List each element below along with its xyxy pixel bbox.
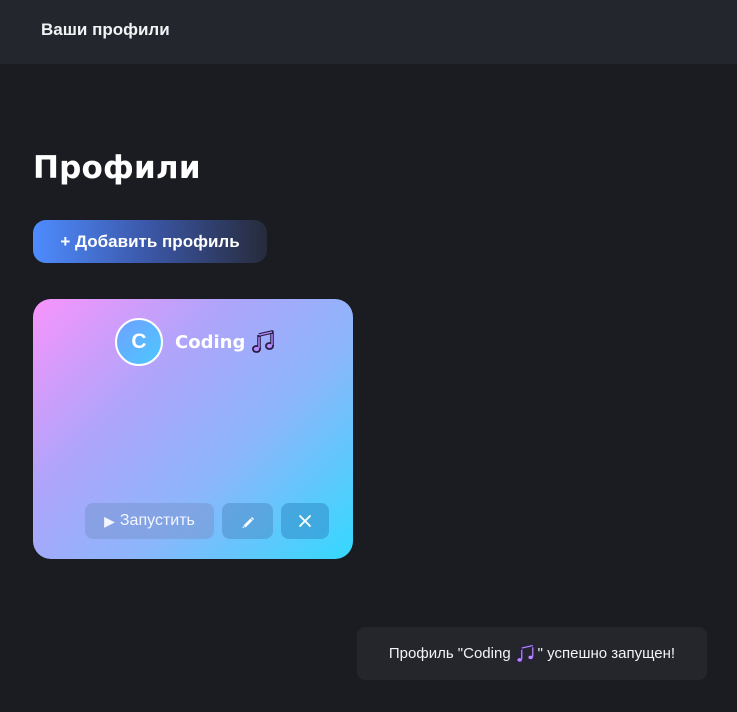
launch-button[interactable]: ▶ Запустить <box>85 503 214 539</box>
profile-name-text: Coding <box>175 331 246 353</box>
toast-notification: Профиль "Coding " успешно запущен! <box>357 627 707 680</box>
profile-card-header: C Coding <box>115 318 277 366</box>
top-bar: Ваши профили <box>0 0 737 64</box>
delete-button[interactable] <box>281 503 329 539</box>
music-note-icon <box>515 643 535 663</box>
profile-name: Coding <box>175 329 277 355</box>
toast-text-prefix: Профиль "Coding <box>388 645 511 662</box>
profile-actions: ▶ Запустить <box>85 503 329 539</box>
play-icon: ▶ <box>104 512 115 529</box>
close-icon <box>299 515 311 527</box>
add-profile-button[interactable]: + Добавить профиль <box>33 220 267 263</box>
edit-button[interactable] <box>222 503 273 539</box>
launch-label: Запустить <box>119 512 195 529</box>
pencil-icon <box>242 517 254 528</box>
app-title: Ваши профили <box>41 20 170 39</box>
page-title: Профили <box>33 150 201 186</box>
avatar: C <box>115 318 163 366</box>
profile-card[interactable]: C Coding ▶ Запустить <box>33 299 353 559</box>
toast-text-suffix: " успешно запущен! <box>537 645 676 662</box>
music-note-icon <box>252 330 275 353</box>
